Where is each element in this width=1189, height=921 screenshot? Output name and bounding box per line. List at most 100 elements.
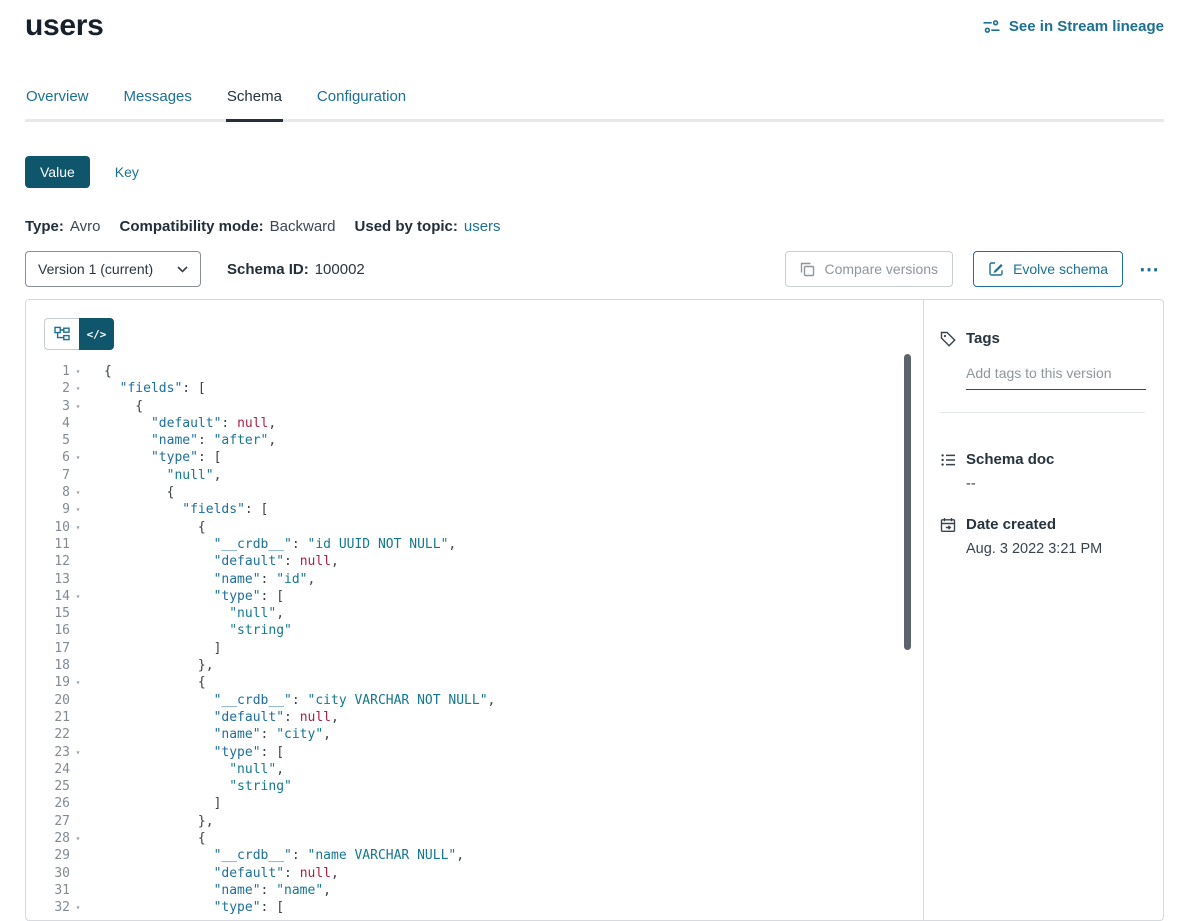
fold-spacer bbox=[70, 709, 86, 726]
page-title: users bbox=[25, 8, 104, 44]
value-key-toggle: Value Key bbox=[25, 156, 1164, 188]
code-text: "__crdb__": "id UUID NOT NULL", bbox=[86, 536, 456, 553]
code-line: 16 "string" bbox=[26, 622, 923, 639]
evolve-schema-button[interactable]: Evolve schema bbox=[973, 251, 1123, 287]
fold-spacer bbox=[70, 847, 86, 864]
schema-id-value: 100002 bbox=[315, 261, 365, 278]
code-text: }, bbox=[86, 657, 214, 674]
editor-scrollbar[interactable] bbox=[904, 354, 911, 650]
code-line: 24 "null", bbox=[26, 761, 923, 778]
fold-caret-icon[interactable]: ▾ bbox=[70, 449, 86, 466]
tags-section: Tags bbox=[940, 330, 1145, 413]
code-text: "string" bbox=[86, 778, 292, 795]
tags-input[interactable] bbox=[966, 361, 1146, 390]
compatibility-value: Backward bbox=[270, 218, 336, 235]
line-number: 14 bbox=[26, 588, 70, 605]
code-line: 5 "name": "after", bbox=[26, 432, 923, 449]
line-number: 4 bbox=[26, 415, 70, 432]
schema-doc-header: Schema doc bbox=[940, 451, 1145, 468]
code-text: "fields": [ bbox=[86, 380, 206, 397]
tab-messages[interactable]: Messages bbox=[123, 82, 193, 119]
version-actions: Compare versions Evolve schema ⋯ bbox=[785, 251, 1164, 287]
code-line: 27 }, bbox=[26, 813, 923, 830]
code-text: { bbox=[86, 484, 174, 501]
fold-caret-icon[interactable]: ▾ bbox=[70, 363, 86, 380]
code-line: 6▾ "type": [ bbox=[26, 449, 923, 466]
code-line: 15 "null", bbox=[26, 605, 923, 622]
fold-caret-icon[interactable]: ▾ bbox=[70, 899, 86, 916]
code-line: 29 "__crdb__": "name VARCHAR NULL", bbox=[26, 847, 923, 864]
code-text: "default": null, bbox=[86, 553, 339, 570]
fold-caret-icon[interactable]: ▾ bbox=[70, 674, 86, 691]
code-text: "default": null, bbox=[86, 709, 339, 726]
code-line: 22 "name": "city", bbox=[26, 726, 923, 743]
fold-caret-icon[interactable]: ▾ bbox=[70, 744, 86, 761]
fold-caret-icon[interactable]: ▾ bbox=[70, 380, 86, 397]
compare-versions-label: Compare versions bbox=[824, 261, 938, 277]
fold-caret-icon[interactable]: ▾ bbox=[70, 588, 86, 605]
line-number: 11 bbox=[26, 536, 70, 553]
stream-lineage-link[interactable]: See in Stream lineage bbox=[983, 18, 1164, 35]
line-number: 29 bbox=[26, 847, 70, 864]
code-line: 25 "string" bbox=[26, 778, 923, 795]
fold-spacer bbox=[70, 692, 86, 709]
schema-meta: Type: Avro Compatibility mode: Backward … bbox=[25, 218, 1164, 235]
code-text: "type": [ bbox=[86, 449, 221, 466]
version-select[interactable]: Version 1 (current) bbox=[25, 251, 201, 287]
schema-panel: </> 1▾{2▾ "fields": [3▾ {4 "default": nu… bbox=[25, 299, 1164, 921]
line-number: 5 bbox=[26, 432, 70, 449]
line-number: 9 bbox=[26, 501, 70, 518]
compare-versions-button[interactable]: Compare versions bbox=[785, 251, 953, 287]
tab-configuration[interactable]: Configuration bbox=[316, 82, 407, 119]
fold-spacer bbox=[70, 536, 86, 553]
line-number: 18 bbox=[26, 657, 70, 674]
schema-doc-title: Schema doc bbox=[966, 451, 1054, 468]
calendar-icon bbox=[940, 517, 956, 533]
fold-spacer bbox=[70, 553, 86, 570]
code-view-button[interactable]: </> bbox=[79, 318, 114, 350]
line-number: 26 bbox=[26, 795, 70, 812]
line-number: 23 bbox=[26, 744, 70, 761]
code-line: 7 "null", bbox=[26, 467, 923, 484]
code-line: 9▾ "fields": [ bbox=[26, 501, 923, 518]
more-options-button[interactable]: ⋯ bbox=[1135, 255, 1164, 284]
key-toggle-button[interactable]: Key bbox=[100, 156, 154, 188]
fold-caret-icon[interactable]: ▾ bbox=[70, 830, 86, 847]
tab-bar: Overview Messages Schema Configuration bbox=[25, 82, 1164, 122]
compatibility-group: Compatibility mode: Backward bbox=[119, 218, 335, 235]
topic-link[interactable]: users bbox=[464, 218, 501, 235]
code-text: "type": [ bbox=[86, 899, 284, 916]
code-line: 26 ] bbox=[26, 795, 923, 812]
value-toggle-button[interactable]: Value bbox=[25, 156, 90, 188]
compatibility-label: Compatibility mode: bbox=[119, 218, 263, 235]
line-number: 10 bbox=[26, 519, 70, 536]
schema-id-group: Schema ID: 100002 bbox=[227, 261, 365, 278]
date-created-header: Date created bbox=[940, 516, 1145, 533]
topic-group: Used by topic: users bbox=[355, 218, 501, 235]
tree-view-button[interactable] bbox=[44, 318, 79, 350]
line-number: 19 bbox=[26, 674, 70, 691]
fold-spacer bbox=[70, 882, 86, 899]
fold-spacer bbox=[70, 415, 86, 432]
fold-caret-icon[interactable]: ▾ bbox=[70, 519, 86, 536]
tab-overview[interactable]: Overview bbox=[25, 82, 90, 119]
fold-caret-icon[interactable]: ▾ bbox=[70, 398, 86, 415]
type-group: Type: Avro bbox=[25, 218, 100, 235]
line-number: 21 bbox=[26, 709, 70, 726]
tab-schema[interactable]: Schema bbox=[226, 82, 283, 122]
line-number: 32 bbox=[26, 899, 70, 916]
code-line: 17 ] bbox=[26, 640, 923, 657]
code-line: 19▾ { bbox=[26, 674, 923, 691]
code-text: "default": null, bbox=[86, 865, 339, 882]
fold-spacer bbox=[70, 795, 86, 812]
line-number: 22 bbox=[26, 726, 70, 743]
code-line: 32▾ "type": [ bbox=[26, 899, 923, 916]
code-text: "name": "city", bbox=[86, 726, 331, 743]
code-line: 2▾ "fields": [ bbox=[26, 380, 923, 397]
code-text: "null", bbox=[86, 761, 284, 778]
fold-caret-icon[interactable]: ▾ bbox=[70, 484, 86, 501]
line-number: 8 bbox=[26, 484, 70, 501]
code-text: { bbox=[86, 519, 206, 536]
fold-caret-icon[interactable]: ▾ bbox=[70, 501, 86, 518]
code-text: "name": "after", bbox=[86, 432, 276, 449]
